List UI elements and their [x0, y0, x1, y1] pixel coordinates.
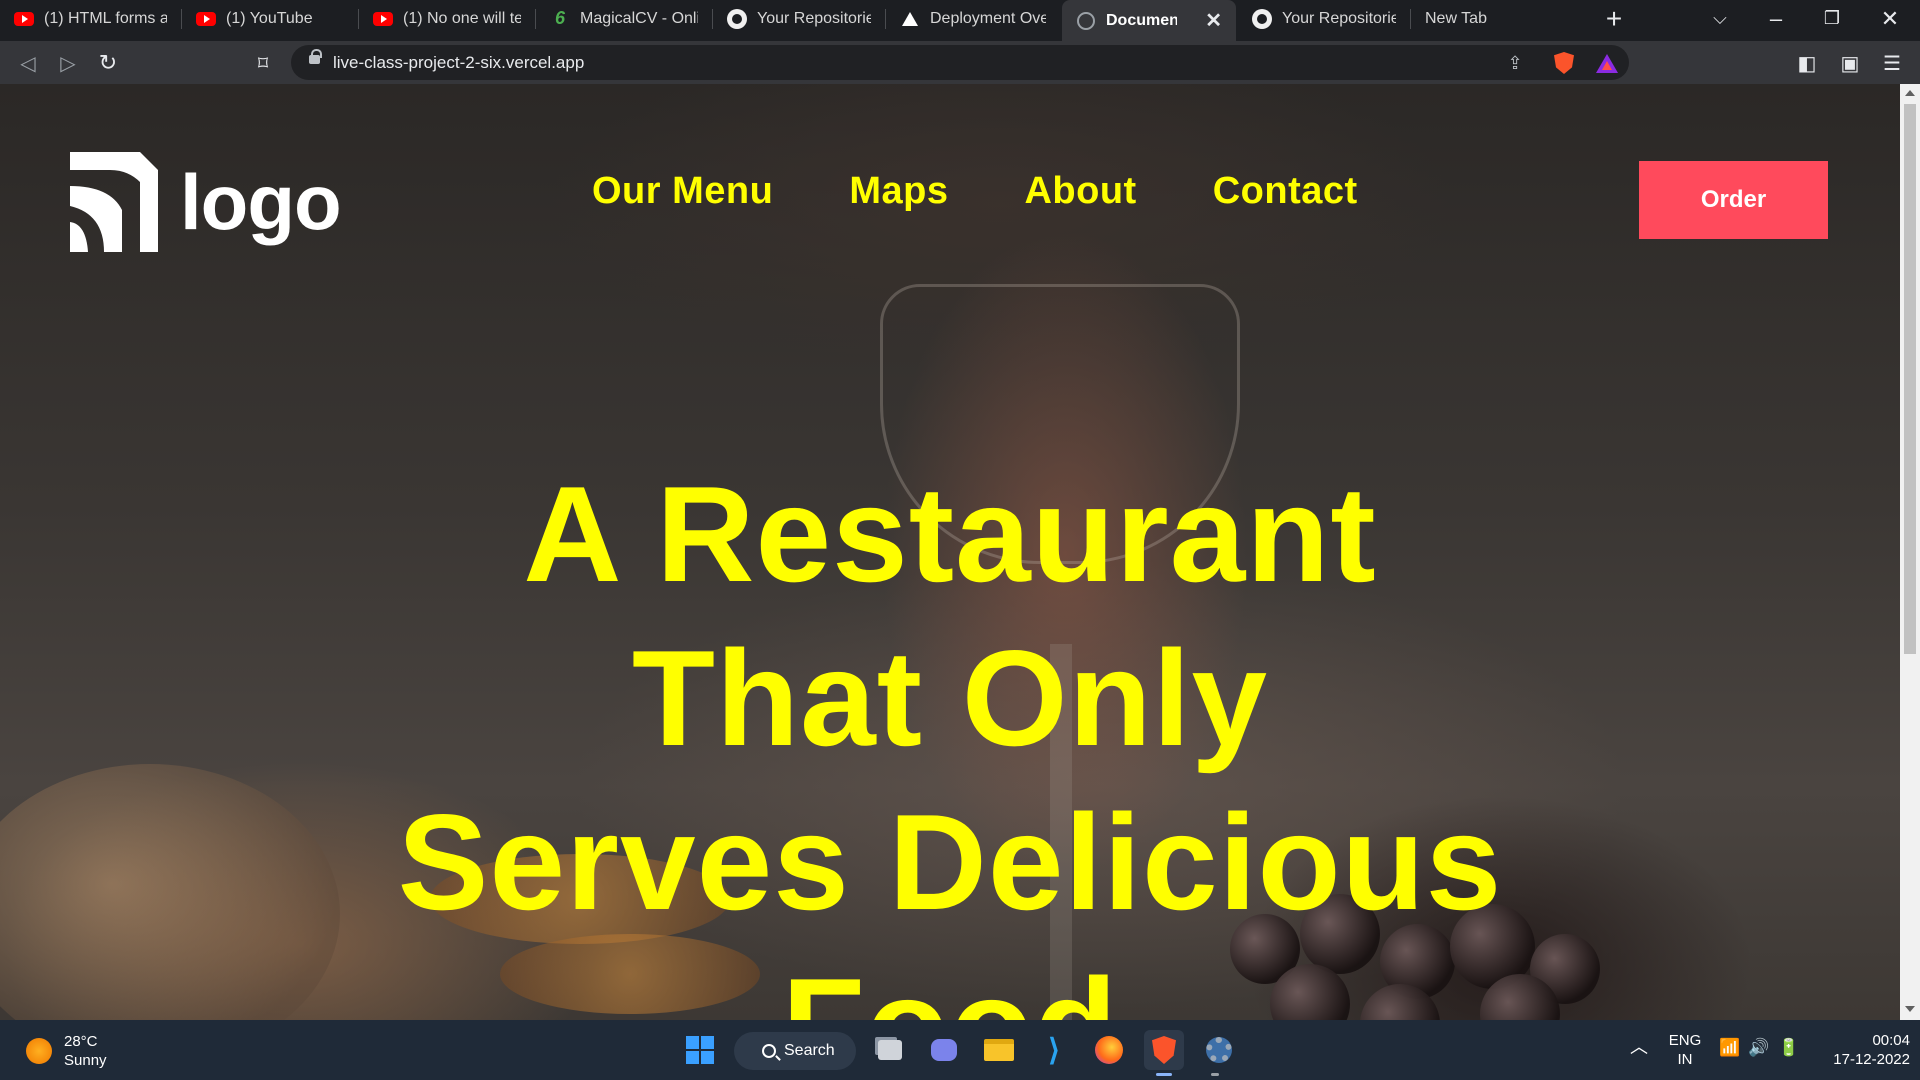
- nav-maps[interactable]: Maps: [849, 170, 948, 213]
- address-bar[interactable]: live-class-project-2-six.vercel.app ⇪: [291, 45, 1629, 80]
- tab-title: Document: [1106, 11, 1178, 29]
- scroll-up-icon[interactable]: [1905, 90, 1915, 96]
- wallet-icon[interactable]: ▣: [1834, 47, 1866, 79]
- youtube-icon: [14, 9, 34, 29]
- minimize-icon[interactable]: –: [1756, 0, 1796, 37]
- page-viewport: logo Our Menu Maps About Contact Order A…: [0, 84, 1900, 1020]
- show-hidden-icons-chevron-icon[interactable]: ︿: [1630, 1038, 1648, 1057]
- logo-text: logo: [180, 157, 342, 246]
- tab-deployment-overview[interactable]: Deployment Overvi: [886, 0, 1060, 37]
- github-icon: [1252, 8, 1272, 29]
- brave-icon[interactable]: [1144, 1030, 1184, 1070]
- clock-time: 00:04: [1872, 1032, 1910, 1049]
- battery-icon[interactable]: 🔋: [1778, 1038, 1799, 1057]
- tab-title: (1) No one will tell y: [403, 9, 521, 27]
- firefox-icon[interactable]: [1089, 1030, 1129, 1070]
- brave-rewards-icon[interactable]: [1595, 51, 1619, 75]
- logo-icon: [70, 152, 158, 252]
- start-button[interactable]: [680, 1030, 720, 1070]
- tab-document[interactable]: Document ✕: [1062, 0, 1236, 41]
- hero-line: Food: [0, 944, 1900, 1020]
- youtube-icon: [373, 9, 393, 29]
- search-icon: [762, 1044, 776, 1058]
- tab-title: MagicalCV - Online: [580, 9, 698, 27]
- tab-your-repositories-2[interactable]: Your Repositories: [1238, 0, 1410, 37]
- windows-taskbar: 28°C Sunny Search ⟩ ︿ ENG IN 📶 🔊 🔋 00:04: [0, 1020, 1920, 1080]
- nav-contact[interactable]: Contact: [1213, 170, 1358, 213]
- tab-your-repositories[interactable]: Your Repositories: [713, 0, 885, 37]
- region-code: IN: [1677, 1051, 1693, 1068]
- share-icon[interactable]: ⇪: [1503, 51, 1527, 75]
- hero-line: A Restaurant: [523, 458, 1377, 610]
- nav-about[interactable]: About: [1024, 170, 1136, 213]
- scroll-down-icon[interactable]: [1905, 1006, 1915, 1012]
- weather-temp: 28°C: [64, 1033, 98, 1050]
- hero-line: That Only: [631, 622, 1269, 774]
- restore-icon[interactable]: ❐: [1812, 0, 1852, 37]
- brave-shields-icon[interactable]: [1552, 51, 1576, 75]
- tab-title: Deployment Overvi: [930, 9, 1046, 27]
- order-button[interactable]: Order: [1639, 161, 1828, 239]
- main-nav: Our Menu Maps About Contact: [592, 170, 1358, 213]
- scroll-thumb[interactable]: [1904, 104, 1916, 654]
- tab-title: New Tab: [1425, 9, 1487, 27]
- tab-youtube[interactable]: (1) YouTube: [182, 0, 358, 37]
- tab-title: (1) YouTube: [226, 9, 313, 27]
- wifi-icon[interactable]: 📶: [1719, 1038, 1740, 1057]
- vercel-icon: [900, 9, 920, 29]
- tab-no-one-will-tell[interactable]: (1) No one will tell y: [359, 0, 535, 37]
- back-icon[interactable]: ◁: [12, 47, 44, 79]
- clock[interactable]: 00:04 17-12-2022: [1810, 1031, 1910, 1069]
- clock-date: 17-12-2022: [1833, 1051, 1910, 1068]
- magicalcv-icon: 6: [554, 8, 565, 28]
- language-code: ENG: [1668, 1032, 1702, 1049]
- tab-search-chevron-icon[interactable]: ⌵: [1700, 0, 1740, 37]
- new-tab-button[interactable]: +: [1594, 0, 1634, 37]
- settings-icon[interactable]: [1199, 1030, 1239, 1070]
- tab-title: Your Repositories: [757, 9, 871, 27]
- close-tab-icon[interactable]: ✕: [1205, 8, 1222, 33]
- volume-icon[interactable]: 🔊: [1748, 1038, 1769, 1057]
- menu-icon[interactable]: ☰: [1876, 47, 1908, 79]
- tab-new-tab[interactable]: New Tab: [1411, 0, 1587, 37]
- globe-icon: [1076, 11, 1096, 31]
- taskbar-search[interactable]: Search: [734, 1032, 856, 1070]
- tab-strip: (1) HTML forms and (1) YouTube (1) No on…: [0, 0, 1920, 41]
- lock-icon: [309, 49, 322, 64]
- tab-magicalcv[interactable]: 6 MagicalCV - Online: [536, 0, 712, 37]
- language-indicator[interactable]: ENG IN: [1664, 1031, 1706, 1069]
- bookmark-icon[interactable]: ⌑: [247, 47, 279, 79]
- reload-icon[interactable]: ↻: [92, 47, 124, 79]
- url-text: live-class-project-2-six.vercel.app: [333, 52, 585, 72]
- youtube-icon: [196, 9, 216, 29]
- chat-icon[interactable]: [924, 1030, 964, 1070]
- nav-our-menu[interactable]: Our Menu: [592, 170, 773, 213]
- sun-icon: [26, 1038, 52, 1064]
- page-scrollbar[interactable]: [1900, 84, 1920, 1020]
- windows-icon: [686, 1036, 714, 1064]
- file-explorer-icon[interactable]: [979, 1030, 1019, 1070]
- tab-title: (1) HTML forms and: [44, 9, 167, 27]
- sidebar-icon[interactable]: ◧: [1791, 47, 1823, 79]
- browser-toolbar: ◁ ▷ ↻ ⌑ live-class-project-2-six.vercel.…: [0, 41, 1920, 84]
- task-view-icon[interactable]: [870, 1030, 910, 1070]
- hero-line: Serves Delicious: [397, 786, 1503, 938]
- tab-html-forms[interactable]: (1) HTML forms and: [0, 0, 181, 37]
- weather-condition: Sunny: [64, 1052, 107, 1069]
- weather-widget[interactable]: 28°C Sunny: [26, 1032, 107, 1070]
- hero-heading: A Restaurant That Only Serves Delicious …: [0, 452, 1900, 1020]
- forward-icon[interactable]: ▷: [52, 47, 84, 79]
- site-logo[interactable]: logo: [70, 152, 342, 252]
- vscode-icon[interactable]: ⟩: [1034, 1030, 1074, 1070]
- search-label: Search: [784, 1042, 835, 1059]
- close-window-icon[interactable]: ✕: [1870, 0, 1910, 37]
- tab-title: Your Repositories: [1282, 9, 1396, 27]
- github-icon: [727, 8, 747, 29]
